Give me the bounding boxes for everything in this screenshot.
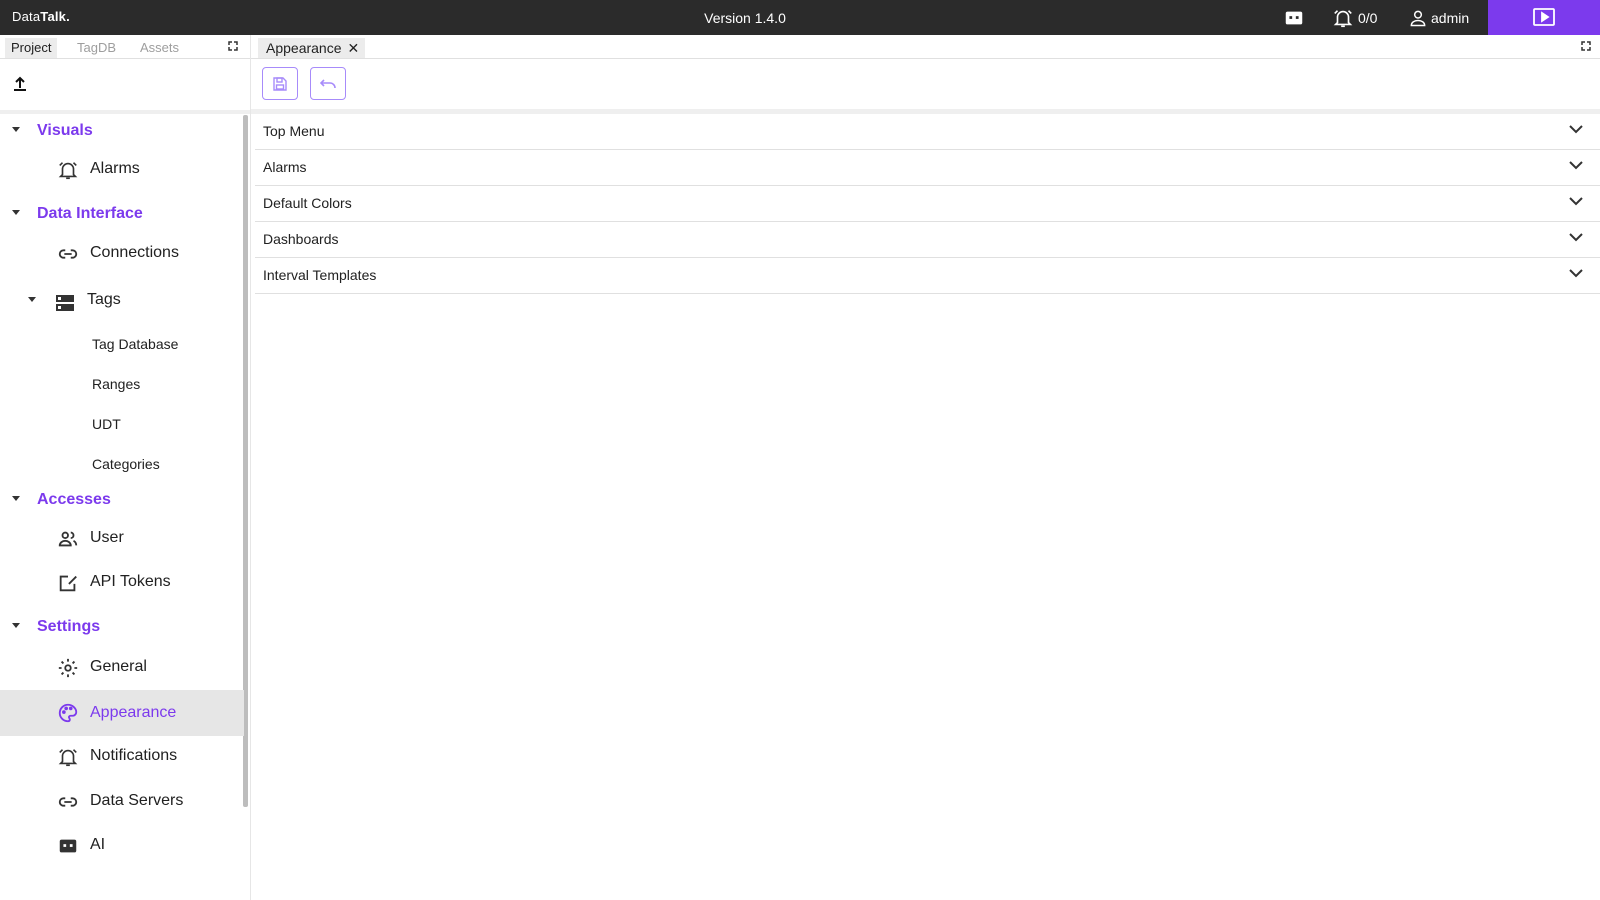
- sidebar-item-connections[interactable]: Connections: [0, 231, 244, 275]
- caret-down-icon: [12, 623, 20, 628]
- alarm-count: 0/0: [1358, 10, 1378, 26]
- accordion-label: Alarms: [263, 159, 307, 175]
- user-icon: [1410, 10, 1426, 27]
- accordion-top-menu[interactable]: Top Menu: [255, 113, 1600, 150]
- project-sidebar: Project TagDB Assets Visuals Alarms Data…: [0, 35, 251, 900]
- accordion-label: Dashboards: [263, 231, 339, 247]
- caret-down-icon: [12, 496, 20, 501]
- sidebar-tabs: Project TagDB Assets: [0, 35, 250, 59]
- undo-button[interactable]: [310, 67, 346, 100]
- chevron-down-icon: [1569, 197, 1583, 206]
- ai-button[interactable]: [1283, 6, 1305, 30]
- tab-assets[interactable]: Assets: [134, 38, 185, 58]
- link-icon: [58, 249, 78, 259]
- accordion-interval-templates[interactable]: Interval Templates: [255, 257, 1600, 294]
- alarm-bell-icon: [58, 749, 78, 767]
- accordion-label: Interval Templates: [263, 267, 377, 283]
- undo-icon: [320, 78, 336, 88]
- sidebar-item-udt[interactable]: UDT: [92, 416, 121, 432]
- chevron-down-icon: [1569, 125, 1583, 134]
- sidebar-item-notifications[interactable]: Notifications: [0, 734, 244, 778]
- palette-icon: [58, 703, 78, 723]
- section-label: Data Interface: [37, 205, 143, 222]
- chevron-down-icon: [1569, 269, 1583, 278]
- section-label: Settings: [37, 618, 101, 635]
- sidebar-divider: [0, 110, 250, 114]
- sidebar-item-label: Appearance: [90, 704, 177, 721]
- sidebar-item-label: Tags: [87, 291, 121, 308]
- editor-panel: Appearance ✕ Top Menu Alarms Default Col…: [251, 35, 1600, 900]
- run-preview-button[interactable]: [1488, 0, 1600, 35]
- sidebar-item-label: Data Servers: [90, 792, 184, 809]
- gear-icon: [58, 658, 78, 678]
- edit-note-icon: [59, 575, 77, 592]
- version-label: Version 1.4.0: [704, 10, 786, 26]
- sidebar-group-tags[interactable]: Tags: [0, 287, 244, 317]
- ai-chat-icon: [1285, 11, 1303, 25]
- sidebar-item-data-servers[interactable]: Data Servers: [0, 779, 244, 823]
- upload-icon[interactable]: [11, 75, 29, 93]
- sidebar-item-label: Connections: [90, 244, 179, 261]
- sidebar-item-appearance[interactable]: Appearance: [0, 690, 244, 736]
- section-label: Visuals: [37, 122, 93, 139]
- sidebar-item-api-tokens[interactable]: API Tokens: [0, 560, 244, 604]
- caret-down-icon: [28, 297, 36, 302]
- accordion-dashboards[interactable]: Dashboards: [255, 221, 1600, 258]
- sidebar-item-general[interactable]: General: [0, 645, 244, 689]
- sidebar-item-label: General: [90, 658, 147, 675]
- chevron-down-icon: [1569, 161, 1583, 170]
- tab-project[interactable]: Project: [5, 38, 58, 58]
- sidebar-item-label: AI: [90, 836, 106, 853]
- ai-chat-icon: [59, 839, 77, 853]
- sidebar-item-alarms[interactable]: Alarms: [0, 147, 244, 191]
- accordion-label: Default Colors: [263, 195, 352, 211]
- sidebar-item-label: Alarms: [90, 160, 140, 177]
- link-icon: [58, 797, 78, 807]
- tab-label: Appearance: [266, 40, 342, 56]
- sidebar-item-ranges[interactable]: Ranges: [92, 376, 140, 392]
- save-button[interactable]: [262, 67, 298, 100]
- user-menu[interactable]: admin: [1408, 6, 1469, 30]
- alarm-bell-icon: [58, 162, 78, 180]
- document-tabs: Appearance ✕: [251, 35, 1600, 59]
- sidebar-item-label: API Tokens: [90, 573, 171, 590]
- caret-down-icon: [12, 127, 20, 132]
- fullscreen-icon[interactable]: [228, 41, 238, 51]
- close-icon[interactable]: ✕: [348, 38, 360, 58]
- sidebar-item-tag-database[interactable]: Tag Database: [92, 336, 178, 352]
- sidebar-item-user[interactable]: User: [0, 516, 244, 560]
- alarm-bell-icon: [1333, 10, 1353, 28]
- chevron-down-icon: [1569, 233, 1583, 242]
- alarm-status-button[interactable]: 0/0: [1332, 6, 1377, 30]
- caret-down-icon: [12, 210, 20, 215]
- tab-appearance[interactable]: Appearance ✕: [258, 38, 366, 58]
- accordion-default-colors[interactable]: Default Colors: [255, 185, 1600, 222]
- user-name: admin: [1431, 10, 1470, 26]
- sidebar-item-ai[interactable]: AI: [0, 823, 244, 867]
- accordion-alarms[interactable]: Alarms: [255, 149, 1600, 186]
- sidebar-item-label: User: [90, 529, 124, 546]
- fullscreen-icon[interactable]: [1581, 41, 1591, 51]
- accordion-label: Top Menu: [263, 123, 325, 139]
- sidebar-item-label: Notifications: [90, 747, 178, 764]
- play-screen-icon: [1533, 7, 1555, 26]
- section-label: Accesses: [37, 491, 111, 508]
- storage-icon: [56, 295, 74, 311]
- sidebar-item-categories[interactable]: Categories: [92, 456, 160, 472]
- save-icon: [273, 76, 287, 91]
- people-icon: [58, 531, 78, 547]
- tab-tagdb[interactable]: TagDB: [71, 38, 122, 58]
- top-bar: DataTalk. Version 1.4.0 0/0 admin: [0, 0, 1600, 35]
